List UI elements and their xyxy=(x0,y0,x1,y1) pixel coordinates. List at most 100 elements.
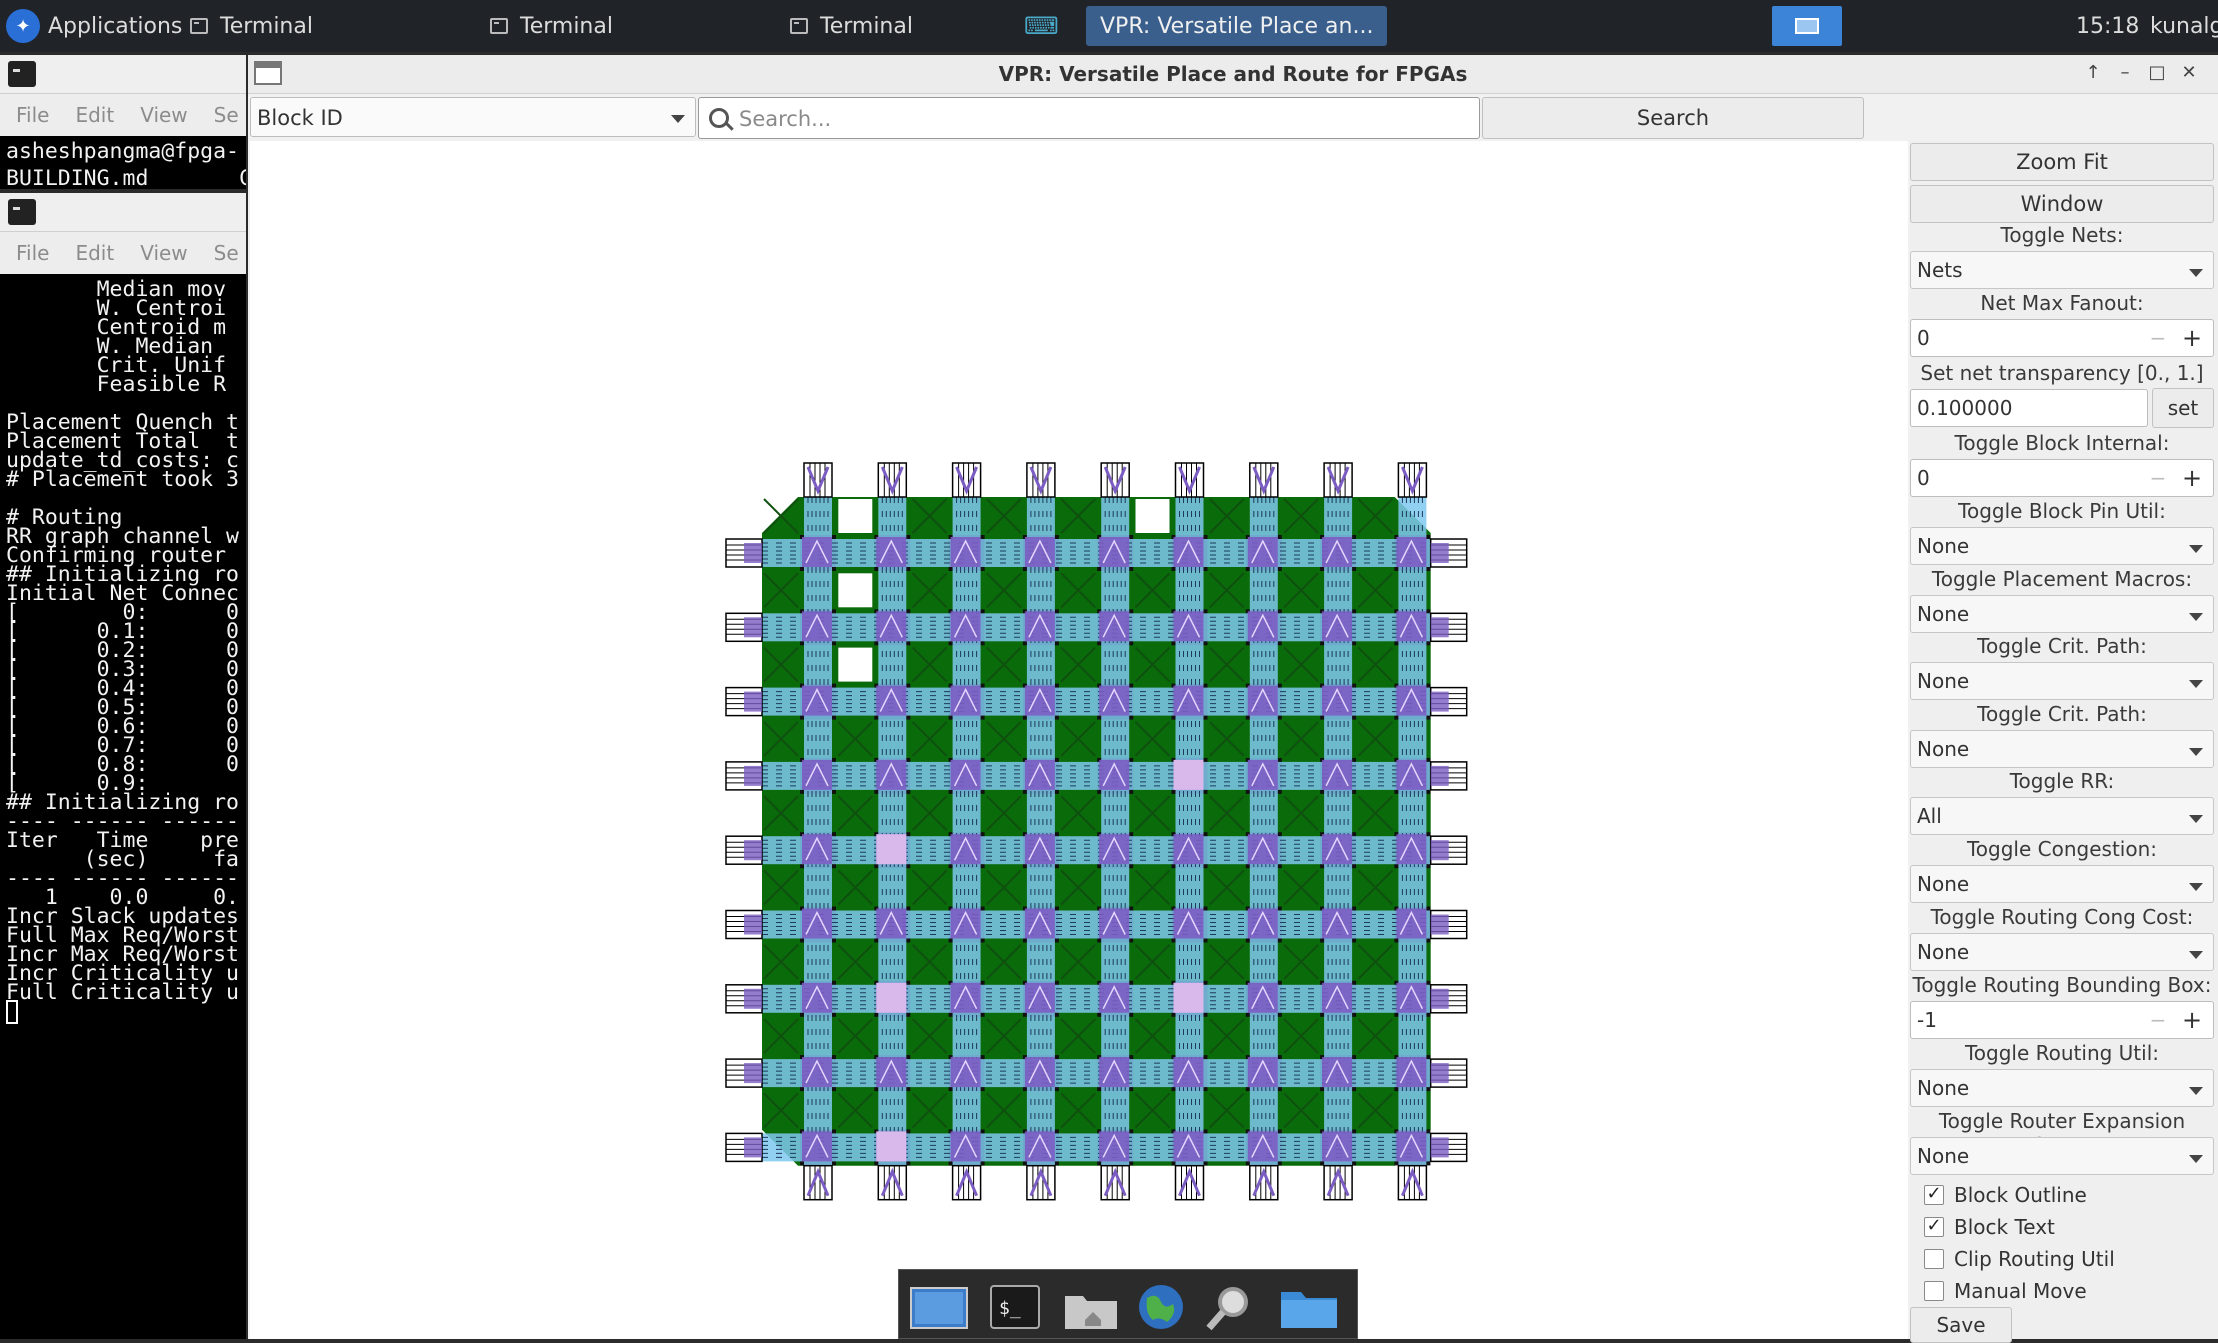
fpga-canvas[interactable] xyxy=(250,141,1908,1339)
select-value: None xyxy=(1917,534,1970,558)
menu-file[interactable]: File xyxy=(16,103,49,127)
routing-bbox-spinbox[interactable]: -1 − + xyxy=(1910,1001,2214,1039)
desktop-icon[interactable] xyxy=(907,1282,971,1332)
window-title: VPR: Versatile Place and Route for FPGAs xyxy=(998,62,1468,86)
terminal-line: [ 0.5: 0 xyxy=(6,695,239,720)
highlight-pin-block xyxy=(876,1131,907,1162)
window-menu-icon[interactable] xyxy=(254,61,282,85)
manual-move-checkbox[interactable]: Manual Move xyxy=(1924,1279,2087,1303)
taskbar-terminal-3[interactable]: Terminal xyxy=(790,0,913,52)
terminal-titlebar[interactable] xyxy=(0,193,246,232)
terminal-line: Iter Time pre xyxy=(6,828,239,853)
empty-block xyxy=(838,647,873,682)
cursor xyxy=(6,1000,18,1024)
terminal-line: [ 0.6: 0 xyxy=(6,714,239,739)
terminal-window-1[interactable]: File Edit View Se asheshpangma@fpga- BUIL… xyxy=(0,55,246,189)
terminal-output[interactable]: asheshpangma@fpga- BUILDING.md C xyxy=(0,136,246,189)
net-transparency-set-button[interactable]: set xyxy=(2152,388,2214,428)
menu-search[interactable]: Se xyxy=(214,103,239,127)
applications-menu[interactable]: ✦ Applications xyxy=(0,0,182,52)
search-icon[interactable] xyxy=(1203,1282,1259,1332)
router-expansion-select[interactable]: None xyxy=(1910,1137,2214,1175)
crit-path-select[interactable]: None xyxy=(1910,662,2214,700)
terminal-line: [ 0: 0 xyxy=(6,600,239,625)
spin-value: -1 xyxy=(1917,1008,1937,1032)
routing-cong-cost-select[interactable]: None xyxy=(1910,933,2214,971)
congestion-select[interactable]: None xyxy=(1910,865,2214,903)
terminal-window-2[interactable]: File Edit View Se Median mov W. Centroi … xyxy=(0,193,246,1339)
toggle-nets-select[interactable]: Nets xyxy=(1910,251,2214,289)
net-transparency-input[interactable]: 0.100000 xyxy=(1910,389,2148,427)
vpr-titlebar[interactable]: VPR: Versatile Place and Route for FPGAs… xyxy=(248,55,2218,94)
terminal-line: [ 0.8: 0 xyxy=(6,752,239,777)
taskbar-terminal-1[interactable]: Terminal xyxy=(190,0,313,52)
terminal-line: [ 0.4: 0 xyxy=(6,676,239,701)
increment-button[interactable]: + xyxy=(2177,1002,2207,1038)
block-pin-util-select[interactable]: None xyxy=(1910,527,2214,565)
decrement-button[interactable]: − xyxy=(2143,1002,2173,1038)
menu-view[interactable]: View xyxy=(140,241,187,265)
decrement-button[interactable]: − xyxy=(2143,460,2173,496)
workspace-switcher[interactable] xyxy=(1772,6,1842,46)
spin-value: 0 xyxy=(1917,466,1930,490)
io-net xyxy=(744,1063,762,1084)
terminal-line: Crit. Unif xyxy=(6,353,227,378)
net-max-fanout-spinbox[interactable]: 0 − + xyxy=(1910,319,2214,357)
home-folder-icon[interactable] xyxy=(1061,1282,1121,1332)
close-button[interactable]: ✕ xyxy=(2174,55,2204,93)
menu-search[interactable]: Se xyxy=(214,241,239,265)
fpga-grid[interactable] xyxy=(250,141,1908,1339)
menu-edit[interactable]: Edit xyxy=(75,241,114,265)
io-net xyxy=(744,840,762,861)
menu-view[interactable]: View xyxy=(140,103,187,127)
search-button[interactable]: Search xyxy=(1482,97,1864,139)
terminal-titlebar[interactable] xyxy=(0,55,246,94)
files-icon[interactable] xyxy=(1277,1282,1341,1332)
keyboard-icon[interactable]: ⌨ xyxy=(1024,0,1059,52)
maximize-button[interactable]: □ xyxy=(2142,55,2172,93)
taskbar-vpr[interactable]: VPR: Versatile Place an... xyxy=(1086,6,1388,46)
terminal-output[interactable]: Median mov W. Centroi Centroid m W. Medi… xyxy=(0,274,246,1025)
routing-util-select[interactable]: None xyxy=(1910,1069,2214,1107)
block-outline-checkbox[interactable]: ✓ Block Outline xyxy=(1924,1183,2087,1207)
taskbar-terminal-2[interactable]: Terminal xyxy=(490,0,613,52)
checkbox-label: Block Outline xyxy=(1954,1183,2087,1207)
checkbox-box[interactable] xyxy=(1924,1249,1944,1269)
clip-routing-util-checkbox[interactable]: Clip Routing Util xyxy=(1924,1247,2115,1271)
zoom-fit-button[interactable]: Zoom Fit xyxy=(1910,143,2214,181)
io-net xyxy=(744,765,762,786)
search-field[interactable] xyxy=(698,97,1480,139)
menu-edit[interactable]: Edit xyxy=(75,103,114,127)
checkbox-box[interactable]: ✓ xyxy=(1924,1217,1944,1237)
shade-button[interactable]: ↑ xyxy=(2078,55,2108,93)
increment-button[interactable]: + xyxy=(2177,320,2207,356)
select-value: None xyxy=(1917,737,1970,761)
block-internal-spinbox[interactable]: 0 − + xyxy=(1910,459,2214,497)
terminal-line: ---- ------ ------ xyxy=(6,809,239,834)
block-text-checkbox[interactable]: ✓ Block Text xyxy=(1924,1215,2055,1239)
browser-icon[interactable] xyxy=(1133,1282,1189,1332)
rr-select[interactable]: All xyxy=(1910,797,2214,835)
block-internal-label: Toggle Block Internal: xyxy=(1954,431,2170,455)
checkbox-box[interactable] xyxy=(1924,1281,1944,1301)
increment-button[interactable]: + xyxy=(2177,460,2207,496)
io-net xyxy=(1430,1063,1449,1084)
terminal-icon[interactable]: $_ xyxy=(987,1282,1043,1332)
decrement-button[interactable]: − xyxy=(2143,320,2173,356)
terminal-line: Full Max Req/Worst xyxy=(6,923,239,948)
crit-path-2-select[interactable]: None xyxy=(1910,730,2214,768)
user-menu[interactable]: kunalg xyxy=(2150,0,2218,52)
minimize-button[interactable]: – xyxy=(2110,55,2140,93)
clock[interactable]: 15:18 xyxy=(2076,0,2139,52)
search-type-select[interactable]: Block ID xyxy=(250,97,696,137)
checkbox-box[interactable]: ✓ xyxy=(1924,1185,1944,1205)
top-panel: ✦ Applications Terminal Terminal Termina… xyxy=(0,0,2218,52)
save-button[interactable]: Save xyxy=(1910,1307,2012,1343)
window-button[interactable]: Window xyxy=(1910,185,2214,223)
terminal-icon xyxy=(790,18,808,34)
menu-file[interactable]: File xyxy=(16,241,49,265)
highlight-pin-block xyxy=(876,834,907,865)
terminal-line: asheshpangma@fpga- xyxy=(6,139,239,164)
search-input[interactable] xyxy=(737,104,1471,134)
placement-macros-select[interactable]: None xyxy=(1910,595,2214,633)
